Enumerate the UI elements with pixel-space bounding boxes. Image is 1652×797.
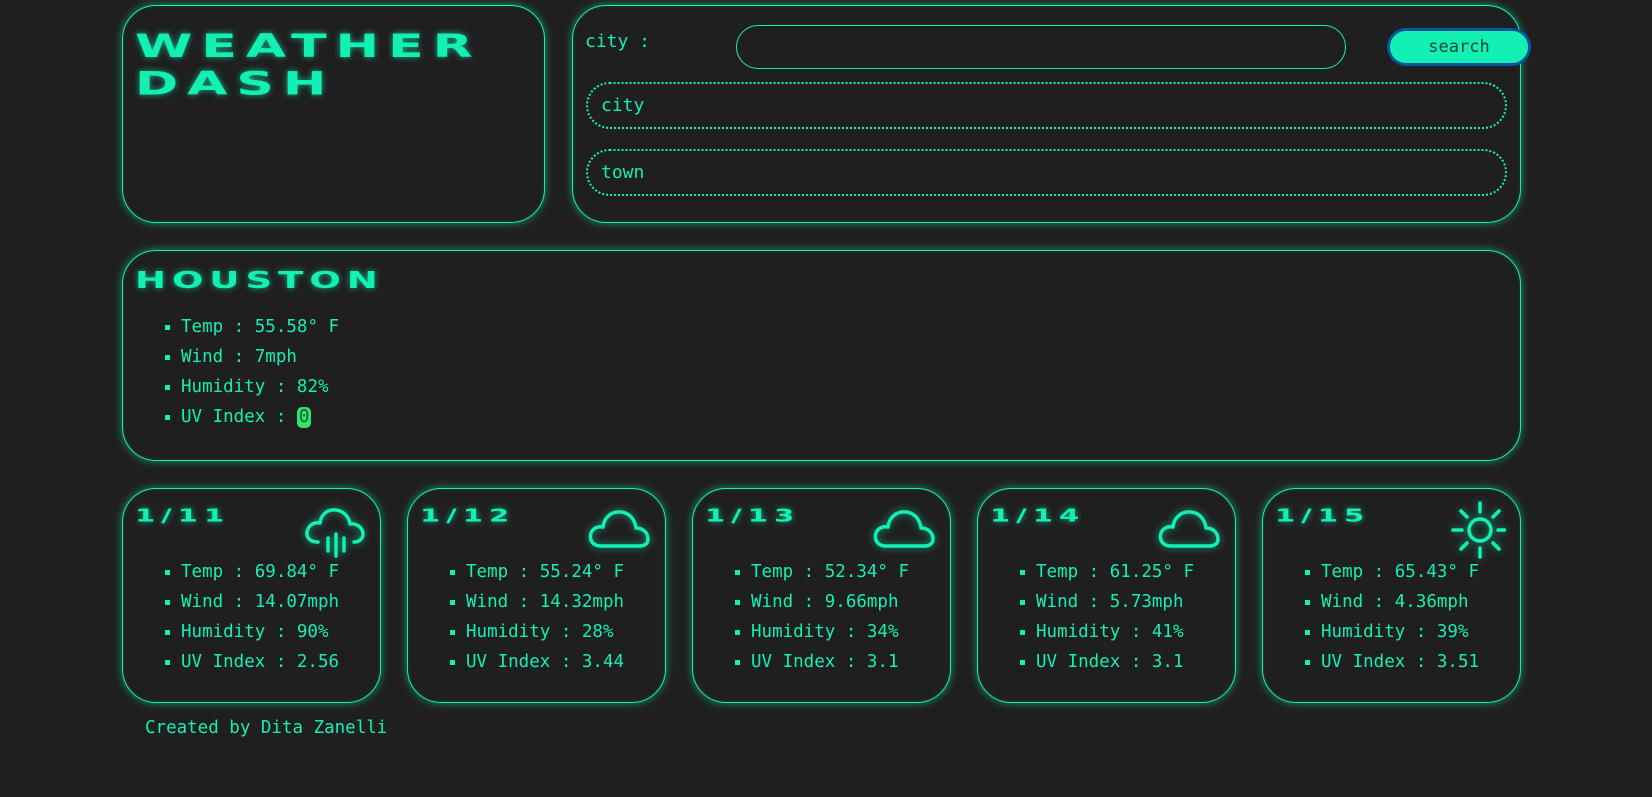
forecast-stats-list: Temp : 61.25° F Wind : 5.73mph Humidity … (1019, 557, 1194, 677)
current-temp: Temp : 55.58° F (164, 312, 340, 342)
forecast-temp: Temp : 61.25° F (1019, 557, 1194, 587)
current-wind-value: 7mph (254, 347, 297, 367)
forecast-humidity: Humidity : 41% (1019, 617, 1194, 647)
sun-icon (1451, 501, 1506, 559)
current-uv-label: UV Index : (181, 407, 297, 427)
forecast-wind: Wind : 14.32mph (449, 587, 624, 617)
forecast-wind: Wind : 9.66mph (734, 587, 909, 617)
search-panel: city : search city town (572, 5, 1531, 223)
forecast-uv-index: UV Index : 3.44 (449, 647, 624, 677)
forecast-uv-index: UV Index : 3.51 (1304, 647, 1479, 677)
history-button-town[interactable]: town (586, 149, 1507, 196)
cloud-icon (1158, 510, 1220, 548)
forecast-date: 1/12 (420, 505, 516, 527)
forecast-humidity: Humidity : 34% (734, 617, 909, 647)
forecast-uv-index: UV Index : 3.1 (734, 647, 909, 677)
cloud-rain-icon (305, 508, 365, 558)
forecast-date: 1/15 (1275, 505, 1371, 527)
forecast-card: 1/13 Temp : 52.34° F Wind : 9.66mph Humi… (692, 488, 951, 703)
forecast-card: 1/12 Temp : 55.24° F Wind : 14.32mph Hum… (407, 488, 666, 703)
forecast-humidity: Humidity : 28% (449, 617, 624, 647)
forecast-date: 1/11 (135, 505, 231, 527)
current-stats-list: Temp : 55.58° F Wind : 7mph Humidity : 8… (164, 312, 340, 432)
forecast-uv-index: UV Index : 2.56 (164, 647, 339, 677)
footer-credit: Created by Dita Zanelli (145, 718, 388, 738)
cloud-icon (873, 510, 935, 548)
forecast-uv-index: UV Index : 3.1 (1019, 647, 1194, 677)
uv-index-badge: 0 (296, 407, 312, 428)
forecast-date: 1/13 (705, 505, 801, 527)
current-temp-label: Temp : (181, 317, 255, 337)
current-humidity: Humidity : 82% (164, 372, 339, 402)
forecast-stats-list: Temp : 69.84° F Wind : 14.07mph Humidity… (164, 557, 339, 677)
search-button[interactable]: search (1387, 28, 1531, 66)
current-uv-index: UV Index : 0 (164, 402, 339, 432)
app-title: WEATHER DASH (135, 28, 482, 102)
forecast-humidity: Humidity : 39% (1304, 617, 1479, 647)
title-panel: WEATHER DASH (122, 5, 545, 223)
current-temp-value: 55.58° F (254, 317, 340, 337)
city-search-label: city : (585, 31, 651, 52)
forecast-card: 1/14 Temp : 61.25° F Wind : 5.73mph Humi… (977, 488, 1236, 703)
forecast-humidity: Humidity : 90% (164, 617, 339, 647)
current-wind: Wind : 7mph (164, 342, 339, 372)
forecast-temp: Temp : 69.84° F (164, 557, 339, 587)
current-city-name: HOUSTON (135, 266, 384, 294)
current-wind-label: Wind : (181, 347, 255, 367)
forecast-stats-list: Temp : 52.34° F Wind : 9.66mph Humidity … (734, 557, 909, 677)
cloud-icon (588, 510, 650, 548)
forecast-wind: Wind : 14.07mph (164, 587, 339, 617)
forecast-date: 1/14 (990, 505, 1086, 527)
app-title-line-2: DASH (135, 65, 336, 103)
forecast-temp: Temp : 55.24° F (449, 557, 624, 587)
forecast-wind: Wind : 4.36mph (1304, 587, 1479, 617)
current-humidity-value: 82% (296, 377, 329, 397)
history-button-city[interactable]: city (586, 82, 1507, 129)
current-weather-panel: HOUSTON Temp : 55.58° F Wind : 7mph Humi… (122, 250, 1521, 461)
app-title-line-1: WEATHER (135, 28, 482, 66)
current-humidity-label: Humidity : (181, 377, 297, 397)
forecast-temp: Temp : 52.34° F (734, 557, 909, 587)
city-search-input[interactable] (736, 25, 1346, 69)
forecast-temp: Temp : 65.43° F (1304, 557, 1479, 587)
forecast-stats-list: Temp : 65.43° F Wind : 4.36mph Humidity … (1304, 557, 1479, 677)
forecast-stats-list: Temp : 55.24° F Wind : 14.32mph Humidity… (449, 557, 624, 677)
forecast-wind: Wind : 5.73mph (1019, 587, 1194, 617)
forecast-card: 1/15 Temp : 65.43° F Wind : 4.36mph Humi… (1262, 488, 1521, 703)
forecast-card: 1/11 Temp : 69.84° F Wind : 14.07mph Hum… (122, 488, 381, 703)
